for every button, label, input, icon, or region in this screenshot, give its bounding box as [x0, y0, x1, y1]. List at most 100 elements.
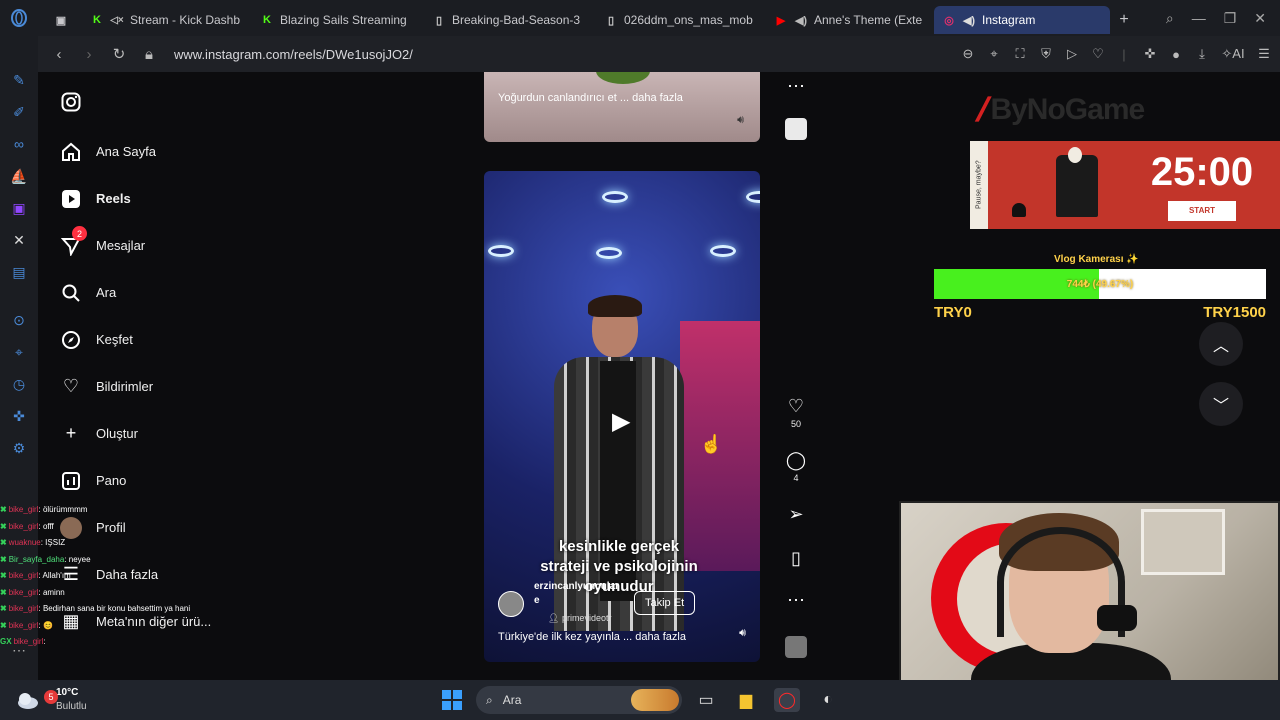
search-label: Ara — [502, 693, 522, 707]
new-tab-button[interactable]: + — [1110, 6, 1138, 34]
minimize-icon[interactable]: — — [1192, 10, 1206, 26]
shield-icon[interactable]: ⛨ — [1038, 46, 1054, 62]
reel-previous[interactable]: Yoğurdun canlandırıcı et ... daha fazla … — [484, 72, 760, 142]
download-icon[interactable]: ⤓ — [1194, 46, 1210, 62]
cloud-icon — [16, 690, 40, 710]
search-tabs-icon[interactable]: ⌕ — [1166, 10, 1174, 27]
pinboard-icon[interactable]: ✐ — [9, 102, 29, 122]
start-button[interactable]: START — [1168, 200, 1236, 221]
settings-icon[interactable]: ⚙ — [9, 438, 29, 458]
player-icon[interactable]: ⊙ — [9, 310, 29, 330]
share-button[interactable]: ➢ — [783, 504, 809, 525]
pomodoro-widget: Pause, maybe? 25:00 START — [970, 141, 1280, 229]
x-icon[interactable]: ✕ — [9, 230, 29, 250]
nav-messages[interactable]: 2 Mesajlar — [58, 222, 258, 269]
pin-icon[interactable]: ⌖ — [986, 46, 1002, 62]
volume-icon[interactable]: 🔊︎ — [737, 114, 744, 127]
reel-caption[interactable]: Türkiye'de ilk kez yayınla ... daha fazl… — [498, 631, 686, 643]
nav-label: Bildirimler — [96, 379, 154, 394]
tab-kick-dashboard[interactable]: K ◁× Stream - Kick Dashb — [82, 6, 252, 34]
reel-video[interactable]: ▶ kesinlikle gerçek strateji ve psikoloj… — [484, 171, 760, 662]
play-icon[interactable]: ▷ — [1064, 46, 1080, 62]
twitch-icon[interactable]: ▣ — [9, 198, 29, 218]
reel-caption[interactable]: Yoğurdun canlandırıcı et ... daha fazla — [498, 92, 683, 104]
chat-line: GX bike_girl: — [0, 637, 46, 646]
speaker-icon[interactable]: ◀) — [962, 13, 976, 27]
instagram-logo[interactable] — [58, 84, 258, 120]
back-icon[interactable]: ‹ — [46, 41, 72, 67]
restore-icon[interactable]: ❐ — [1224, 10, 1237, 27]
chevron-up-icon: ︿ — [1212, 338, 1229, 355]
audio-thumb[interactable] — [785, 636, 807, 658]
mouse-cursor-icon: ☝ — [700, 434, 723, 454]
previous-reel-button[interactable]: ︿ — [1199, 322, 1243, 366]
nav-home[interactable]: Ana Sayfa — [58, 128, 258, 175]
tab-instagram[interactable]: ◎ ◀) Instagram — [934, 6, 1110, 34]
history-icon[interactable]: ◷ — [9, 374, 29, 394]
next-reel-button[interactable]: ﹀ — [1199, 382, 1243, 426]
nav-label: Oluştur — [96, 426, 138, 441]
mute-icon[interactable]: ◁× — [110, 13, 124, 27]
url-field[interactable]: www.instagram.com/reels/DWe1usojJO2/ — [174, 47, 413, 62]
zoom-icon[interactable]: ⊖ — [960, 46, 976, 62]
menu-icon[interactable]: ☰ — [1256, 46, 1272, 62]
audio-thumb-prev[interactable] — [785, 118, 807, 140]
snapshot-icon[interactable]: ⛶ — [1012, 46, 1028, 62]
like-button[interactable]: ♡ 50 — [783, 396, 809, 429]
extensions-icon[interactable]: ∞ — [9, 134, 29, 154]
nav-reels[interactable]: Reels — [58, 175, 258, 222]
weather-widget[interactable]: 5 10°C Bulutlu — [16, 686, 87, 714]
tab-panel-icon[interactable]: ▣ — [46, 6, 82, 34]
chat-line: ✖ bike_girl: Bedirhan sana bir konu bahse… — [0, 604, 191, 613]
tab-blazing-sails[interactable]: K Blazing Sails Streaming — [252, 6, 424, 34]
aria-icon[interactable]: ✎ — [9, 70, 29, 90]
pin-icon[interactable]: ⌖ — [9, 342, 29, 362]
nav-dashboard[interactable]: Pano — [58, 457, 258, 504]
goal-max: TRY1500 — [1203, 304, 1266, 321]
task-view-icon[interactable]: ▭ — [693, 688, 719, 712]
extensions-puzzle-icon[interactable]: ✜ — [9, 406, 29, 426]
reload-icon[interactable]: ↻ — [106, 41, 132, 67]
chart-icon — [60, 470, 82, 492]
forward-icon[interactable]: › — [76, 41, 102, 67]
workspaces-icon[interactable]: ⛵ — [9, 166, 29, 186]
start-button[interactable] — [439, 688, 465, 712]
opera-logo-icon[interactable] — [0, 0, 38, 36]
weather-badge: 5 — [44, 690, 58, 704]
opera-gx-icon[interactable]: ◯ — [774, 688, 800, 712]
profile-icon[interactable]: ● — [1168, 47, 1184, 62]
author-avatar[interactable] — [498, 591, 524, 617]
window-controls: ⌕ — ❐ ✕ — [1166, 0, 1280, 36]
more-top-icon[interactable]: ⋯ — [783, 76, 809, 97]
nav-notifications[interactable]: ♡ Bildirimler — [58, 363, 258, 410]
search-icon: ⌕ — [486, 692, 493, 707]
pomodoro-illustration: Pause, maybe? — [970, 141, 1124, 229]
reel-collab-account[interactable]: 👤︎ primevideotr — [548, 613, 611, 624]
goal-min: TRY0 — [934, 304, 972, 321]
light-decoration — [488, 245, 514, 257]
tab-annes-theme[interactable]: ▶ ◀) Anne's Theme (Exte — [766, 6, 934, 34]
tab-title: 026ddm_ons_mas_mob — [624, 13, 753, 27]
more-button[interactable]: ⋯ — [783, 590, 809, 611]
file-explorer-icon[interactable]: ▆ — [733, 688, 759, 712]
nav-explore[interactable]: Keşfet — [58, 316, 258, 363]
reel-author[interactable]: erzincanlyuncular — [534, 581, 619, 592]
close-icon[interactable]: ✕ — [1254, 10, 1266, 27]
speaker-icon[interactable]: ◀) — [794, 13, 808, 27]
heart-icon[interactable]: ♡ — [1090, 46, 1106, 62]
tab-pdf[interactable]: ▯ 026ddm_ons_mas_mob — [596, 6, 766, 34]
bookmark-app-icon[interactable]: ▤ — [9, 262, 29, 282]
play-icon[interactable]: ▶ — [612, 407, 630, 436]
volume-icon[interactable]: 🔊︎ — [739, 627, 746, 640]
save-button[interactable]: ▯ — [783, 548, 809, 569]
chat-line: ✖ wuaknue: IŞSIZ — [0, 538, 66, 547]
taskbar-search[interactable]: ⌕ Ara — [476, 686, 682, 714]
follow-button[interactable]: Takip Et — [634, 591, 696, 615]
app-icon[interactable]: ◐ — [815, 688, 841, 712]
tab-breaking-bad[interactable]: ▯ Breaking-Bad-Season-3 — [424, 6, 596, 34]
comment-button[interactable]: ◯ 4 — [783, 450, 809, 483]
nav-create[interactable]: + Oluştur — [58, 410, 258, 457]
ai-icon[interactable]: ✧AI — [1220, 46, 1246, 62]
extensions-icon[interactable]: ✜ — [1142, 46, 1158, 62]
nav-search[interactable]: Ara — [58, 269, 258, 316]
